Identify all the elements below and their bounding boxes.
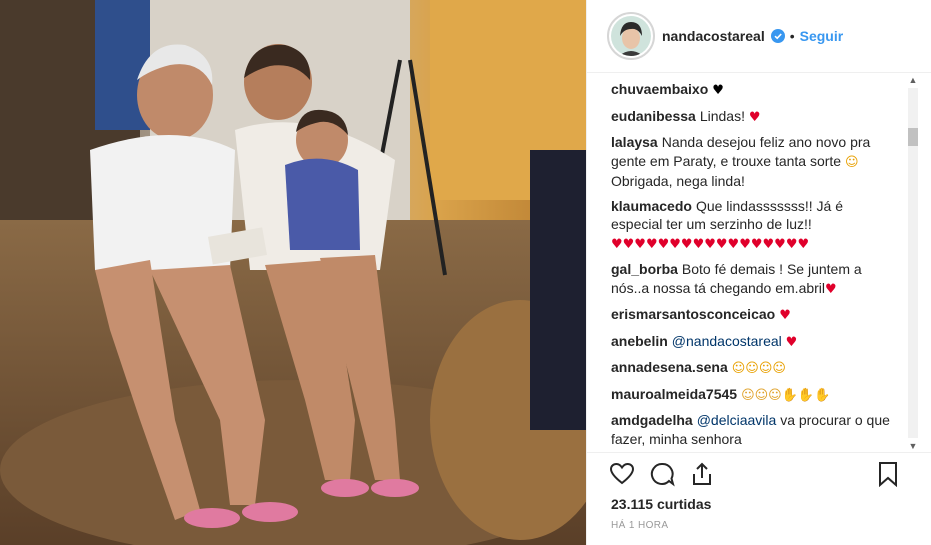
comment-mention[interactable]: @nandacostareal (672, 333, 782, 349)
post-photo[interactable] (0, 0, 586, 545)
comments-list: chuvaembaixo ♥ eudanibessa Lindas! ♥ lalay… (587, 74, 914, 452)
verified-badge-icon (770, 29, 785, 43)
separator-dot: • (789, 28, 795, 44)
post-username[interactable]: nandacostareal (662, 28, 765, 44)
share-icon[interactable] (689, 461, 715, 487)
comment-username[interactable]: erismarsantosconceicao (611, 306, 775, 322)
comment-username[interactable]: gal_borba (611, 261, 678, 277)
heart-emoji-icon: ♥ (748, 109, 761, 125)
comment-item: amdgadelha @delciaavila va procurar o que… (611, 411, 896, 448)
photo-illustration (0, 0, 586, 545)
comment-bubble-icon[interactable] (649, 461, 675, 487)
emoji-sequence-icon: ☺☺☺✋✋✋ (741, 387, 831, 403)
heart-emoji-icon: ♥ (779, 308, 791, 323)
comment-username[interactable]: chuvaembaixo (611, 81, 708, 97)
scroll-down-arrow-icon[interactable]: ▼ (905, 440, 921, 452)
scrollbar-track[interactable] (908, 88, 918, 438)
comment-item: annadesena.sena ☺☺☺☺ (611, 358, 896, 379)
post-timestamp[interactable]: HÁ 1 HORA (611, 520, 669, 531)
scroll-up-arrow-icon[interactable]: ▲ (905, 74, 921, 86)
post-actions-bar: 23.115 curtidas HÁ 1 HORA (587, 452, 931, 545)
heart-emoji-icon: ♥ (825, 281, 837, 297)
post-header: nandacostareal • Seguir (587, 0, 931, 73)
heart-emoji-icon: ♥ (785, 334, 798, 350)
scrollbar-thumb[interactable] (908, 128, 918, 146)
comment-username[interactable]: eudanibessa (611, 108, 696, 124)
avatar-image (611, 16, 651, 56)
heart-emoji-icon: ♥♥♥♥♥♥♥♥♥♥♥♥♥♥♥♥♥ (611, 236, 810, 252)
comment-item: mauroalmeida7545 ☺☺☺✋✋✋ (611, 385, 896, 406)
comment-username[interactable]: anebelin (611, 333, 668, 349)
comment-username[interactable]: amdgadelha (611, 412, 693, 428)
comment-username[interactable]: lalaysa (611, 134, 658, 150)
comment-text: Obrigada, nega linda! (611, 173, 745, 189)
avatar[interactable] (607, 12, 655, 60)
likes-count[interactable]: 23.115 curtidas (611, 496, 711, 512)
comment-item: gal_borba Boto fé demais ! Se juntem a nó… (611, 260, 896, 299)
smiling-face-emoji-icon: ☺☺☺☺ (731, 361, 786, 376)
comment-username[interactable]: klaumacedo (611, 198, 692, 214)
smiling-face-emoji-icon: ☺ (844, 154, 859, 170)
bookmark-icon[interactable] (875, 461, 901, 487)
comment-text: Lindas! (699, 107, 745, 124)
comments-scrollbar[interactable]: ▲ ▼ (905, 74, 921, 452)
comment-item: eudanibessa Lindas! ♥ (611, 107, 896, 128)
instagram-post-window: nandacostareal • Seguir chuvaembaixo ♥ eu… (0, 0, 931, 545)
comment-mention[interactable]: @delciaavila (697, 412, 777, 428)
comment-item: lalaysa Nanda desejou feliz ano novo pra … (611, 133, 896, 191)
comment-username[interactable]: mauroalmeida7545 (611, 386, 737, 402)
comment-item: klaumacedo Que lindasssssss!! Já é especi… (611, 197, 896, 255)
comment-item: anebelin @nandacostareal ♥ (611, 332, 896, 353)
comment-item: chuvaembaixo ♥ (611, 80, 896, 101)
heart-emoji-icon: ♥ (712, 83, 724, 98)
heart-outline-icon[interactable] (609, 461, 635, 487)
comment-username[interactable]: annadesena.sena (611, 359, 728, 375)
comment-item: erismarsantosconceicao ♥ (611, 305, 896, 326)
follow-button[interactable]: Seguir (800, 28, 844, 44)
post-side-panel: nandacostareal • Seguir chuvaembaixo ♥ eu… (586, 0, 931, 545)
